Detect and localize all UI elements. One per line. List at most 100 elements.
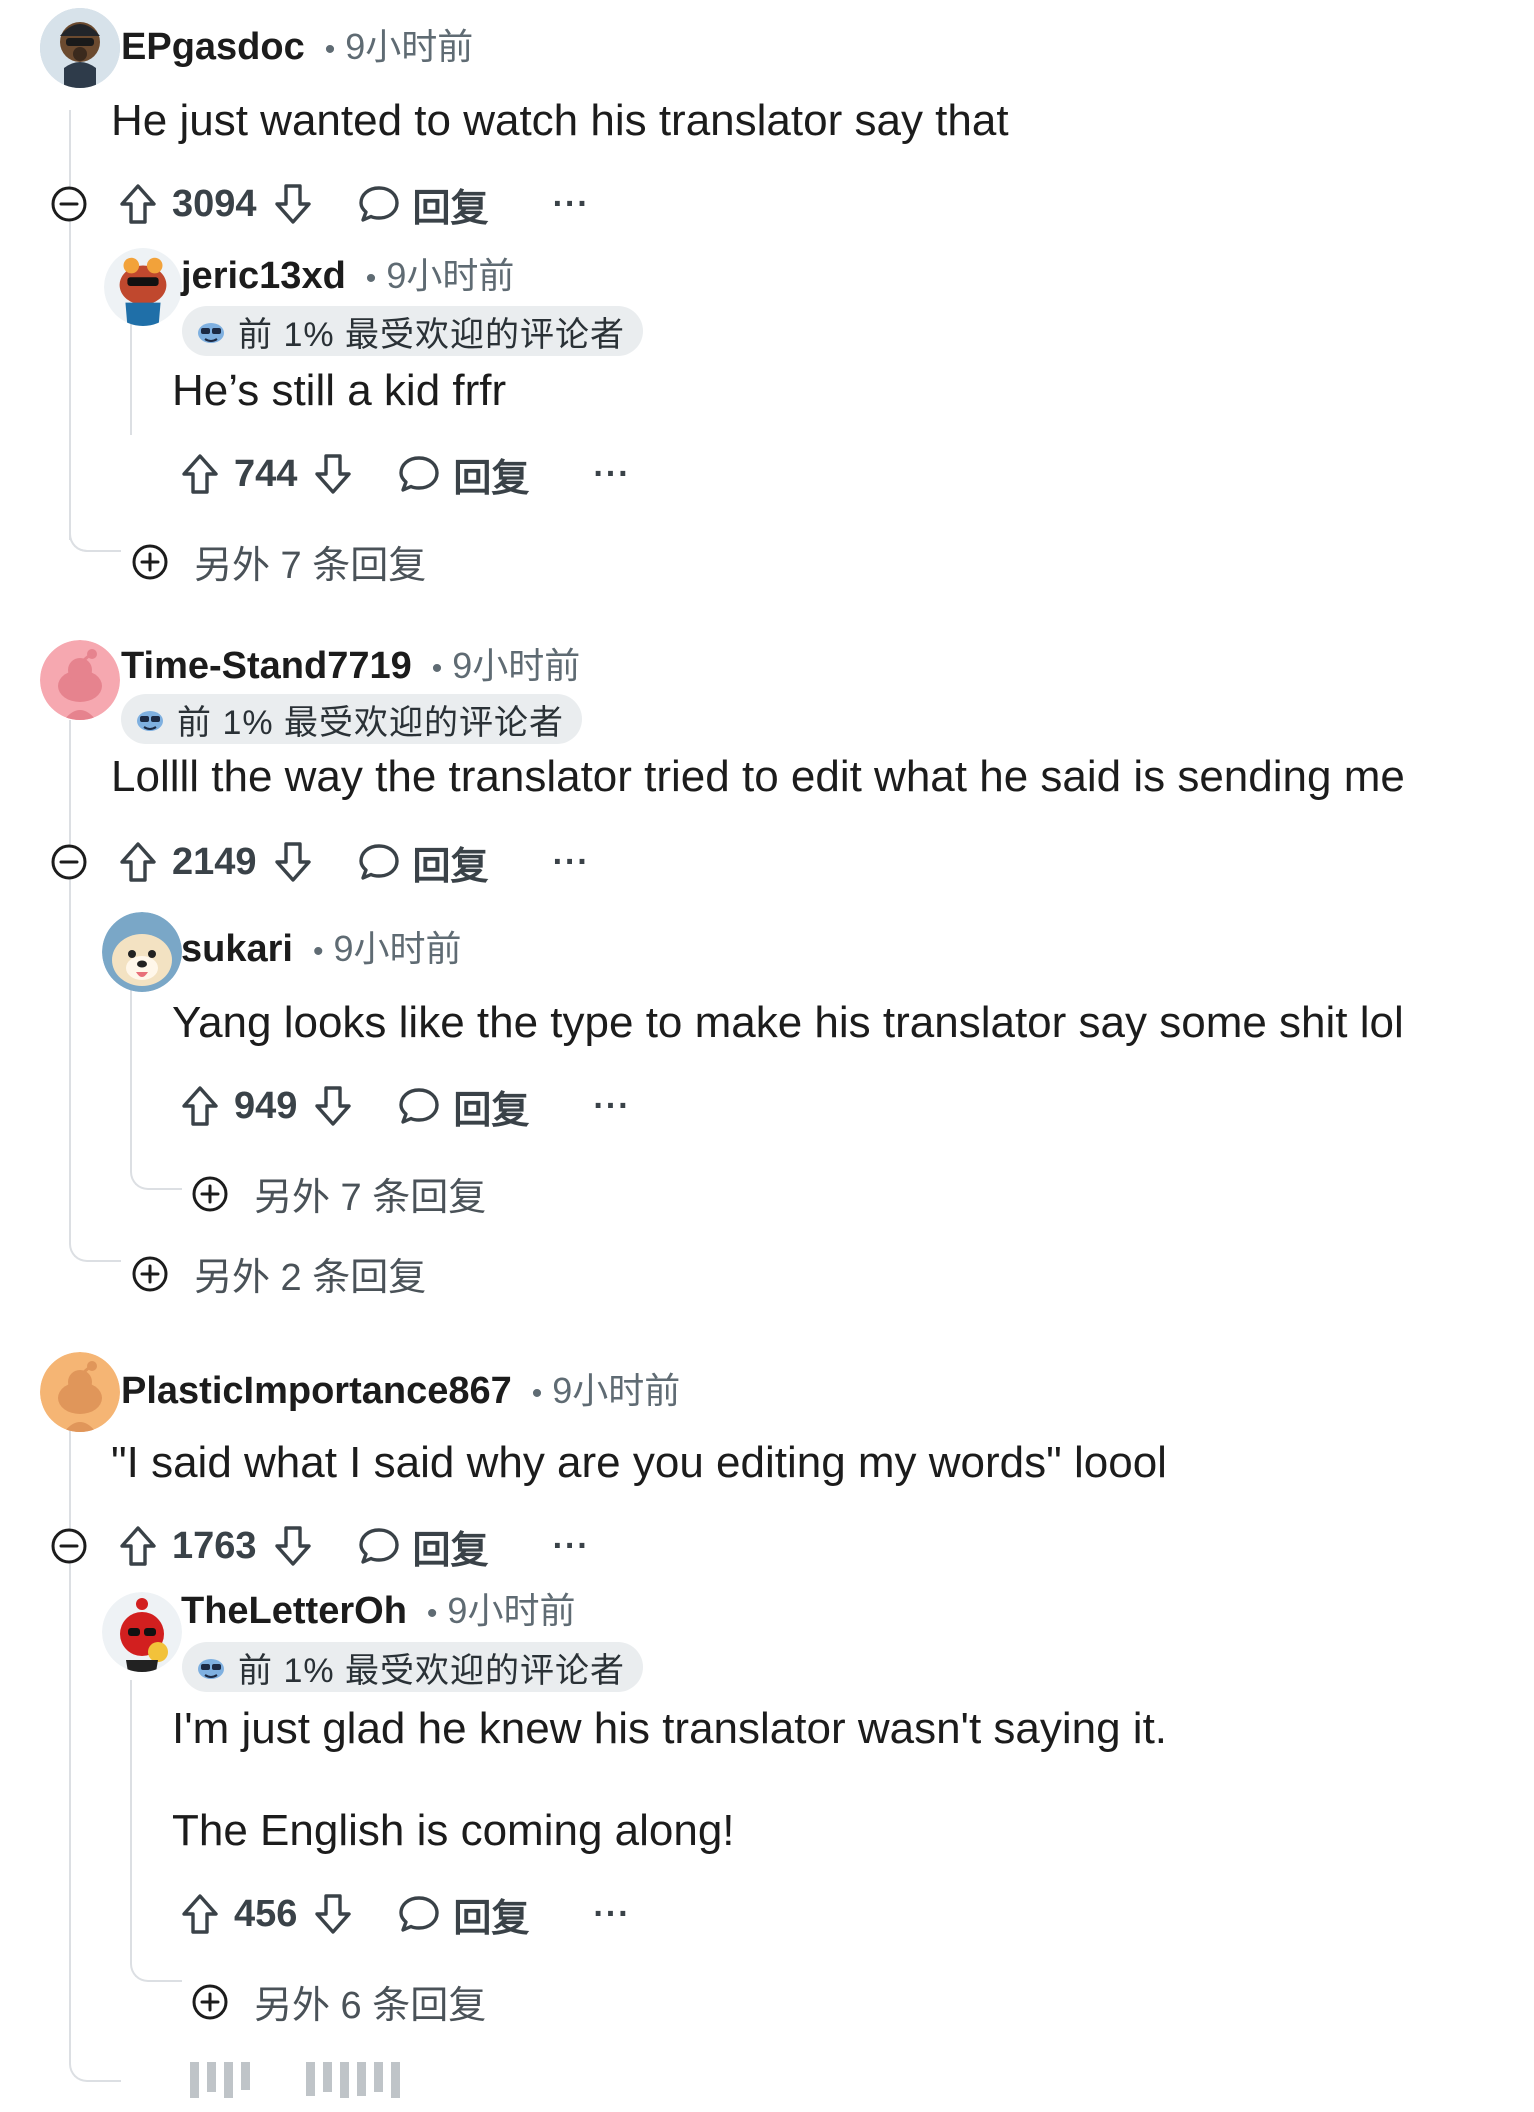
flair-text: 前 1% 最受欢迎的评论者 [238, 1651, 626, 1690]
more-options-button[interactable]: ··· [593, 1895, 630, 1934]
username[interactable]: Time-Stand7719 [121, 645, 412, 688]
username[interactable]: EPgasdoc [121, 26, 305, 69]
timestamp: 9小时前 [386, 255, 515, 296]
more-replies-link[interactable]: 另外 7 条回复 [190, 1166, 486, 1221]
circle-minus-icon [49, 842, 89, 882]
circle-minus-icon [49, 184, 89, 224]
reply-actions: 456 回复 ··· [180, 1884, 630, 1944]
circle-plus-icon [190, 1174, 230, 1214]
vote-count: 1763 [172, 1524, 257, 1567]
separator-dot: • [431, 652, 443, 685]
avatar[interactable] [104, 248, 182, 326]
vote-count: 744 [234, 452, 298, 495]
user-flair: 前 1% 最受欢迎的评论者 [121, 694, 583, 744]
upvote-icon[interactable] [180, 1892, 220, 1936]
sunglasses-snoo-icon [135, 704, 165, 734]
more-replies-label: 另外 7 条回复 [254, 1177, 487, 1219]
more-replies-link[interactable]: 另外 2 条回复 [130, 1246, 426, 1301]
avatar[interactable] [40, 8, 120, 88]
separator-dot: • [312, 935, 324, 968]
username[interactable]: sukari [181, 928, 293, 971]
comment-actions: 2149 回复 ··· [118, 832, 590, 892]
reply-actions: 949 回复 ··· [180, 1076, 630, 1136]
flair-text: 前 1% 最受欢迎的评论者 [238, 315, 626, 354]
more-options-button[interactable]: ··· [553, 185, 590, 224]
reply-button[interactable]: 回复 [413, 835, 489, 890]
downvote-icon[interactable] [273, 840, 313, 884]
flair-text: 前 1% 最受欢迎的评论者 [177, 703, 565, 742]
more-replies-label: 另外 2 条回复 [194, 1257, 427, 1299]
collapse-thread-button[interactable] [49, 184, 89, 229]
upvote-icon[interactable] [118, 1524, 158, 1568]
reply-button[interactable]: 回复 [453, 1079, 529, 1134]
downvote-icon[interactable] [313, 1892, 353, 1936]
collapse-thread-button[interactable] [49, 1526, 89, 1571]
reply-bubble-icon[interactable] [357, 1524, 401, 1568]
upvote-icon[interactable] [180, 1084, 220, 1128]
reply-button[interactable]: 回复 [453, 1887, 529, 1942]
upvote-icon[interactable] [118, 840, 158, 884]
downvote-icon[interactable] [273, 1524, 313, 1568]
vote-count: 3094 [172, 182, 257, 225]
reply-bubble-icon[interactable] [397, 1892, 441, 1936]
timestamp: 9小时前 [333, 928, 462, 969]
circle-minus-icon [49, 1526, 89, 1566]
upvote-icon[interactable] [118, 182, 158, 226]
reply-body-line-1: I'm just glad he knew his translator was… [172, 1704, 1168, 1753]
reply-body: He’s still a kid frfr [172, 366, 507, 415]
thread-line-3r[interactable] [130, 1680, 132, 1880]
more-options-button[interactable]: ··· [593, 1087, 630, 1126]
downvote-icon[interactable] [273, 182, 313, 226]
vote-count: 949 [234, 1084, 298, 1127]
thread-line-3[interactable] [69, 1400, 71, 2000]
thread-line-1r[interactable] [130, 315, 132, 435]
circle-plus-icon [190, 1982, 230, 2022]
more-replies-link[interactable]: 另外 7 条回复 [130, 534, 426, 589]
reply-button[interactable]: 回复 [413, 177, 489, 232]
reply-bubble-icon[interactable] [397, 452, 441, 496]
user-flair: 前 1% 最受欢迎的评论者 [182, 306, 644, 356]
collapse-thread-button[interactable] [49, 842, 89, 887]
reply-body-line-2: The English is coming along! [172, 1806, 735, 1855]
more-replies-label: 另外 6 条回复 [254, 1985, 487, 2027]
more-options-button[interactable]: ··· [553, 1527, 590, 1566]
reply-header: sukari • 9小时前 [181, 920, 462, 972]
more-replies-label: 另外 7 条回复 [194, 545, 427, 587]
separator-dot: • [324, 33, 336, 66]
comment-actions: 1763 回复 ··· [118, 1516, 590, 1576]
separator-dot: • [531, 1377, 543, 1410]
username[interactable]: jeric13xd [181, 255, 346, 298]
reply-bubble-icon[interactable] [397, 1084, 441, 1128]
upvote-icon[interactable] [180, 452, 220, 496]
thread-elbow-2r [130, 1080, 182, 1190]
thread-elbow-2 [69, 1150, 121, 1262]
avatar[interactable] [102, 1592, 182, 1672]
avatar[interactable] [40, 1352, 120, 1432]
downvote-icon[interactable] [313, 452, 353, 496]
thread-elbow-1b [69, 440, 121, 552]
thread-elbow-3 [69, 1960, 121, 2082]
comment-body: He just wanted to watch his translator s… [111, 96, 1009, 145]
downvote-icon[interactable] [313, 1084, 353, 1128]
timestamp: 9小时前 [452, 645, 581, 686]
reply-button[interactable]: 回复 [453, 447, 529, 502]
more-replies-link[interactable]: 另外 6 条回复 [190, 1974, 486, 2029]
avatar[interactable] [102, 912, 182, 992]
separator-dot: • [365, 262, 377, 295]
username[interactable]: TheLetterOh [181, 1590, 407, 1633]
comment-body: "I said what I said why are you editing … [111, 1438, 1167, 1487]
reply-body: Yang looks like the type to make his tra… [172, 998, 1404, 1047]
reply-bubble-icon[interactable] [357, 840, 401, 884]
thread-line-2[interactable] [69, 720, 71, 1220]
comment-header: Time-Stand7719 • 9小时前 [121, 637, 580, 689]
more-options-button[interactable]: ··· [553, 843, 590, 882]
username[interactable]: PlasticImportance867 [121, 1370, 512, 1413]
reply-bubble-icon[interactable] [357, 182, 401, 226]
truncated-content [190, 2062, 400, 2102]
sunglasses-snoo-icon [196, 1652, 226, 1682]
timestamp: 9小时前 [447, 1590, 576, 1631]
vote-count: 456 [234, 1892, 298, 1935]
reply-button[interactable]: 回复 [413, 1519, 489, 1574]
avatar[interactable] [40, 640, 120, 720]
more-options-button[interactable]: ··· [593, 455, 630, 494]
